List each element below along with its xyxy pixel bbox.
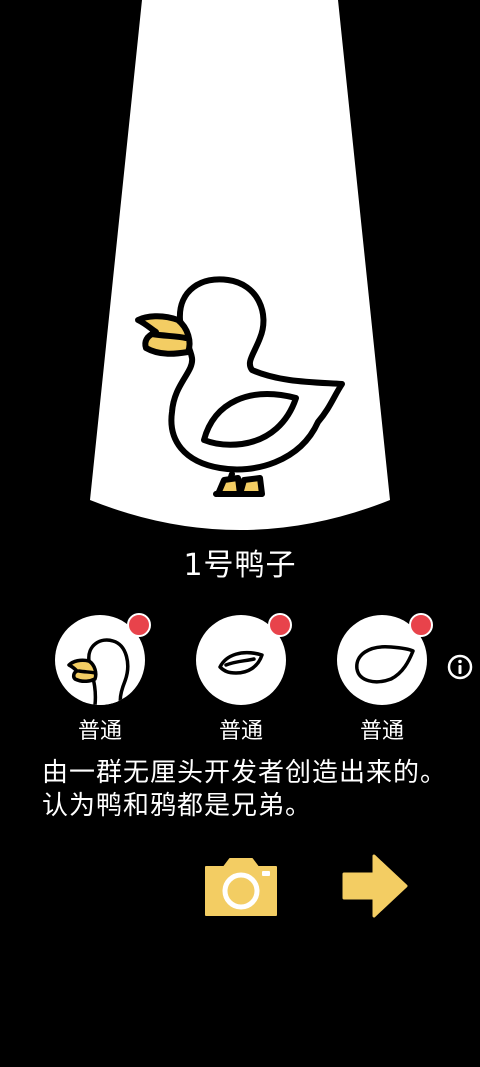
duck-illustration — [135, 276, 345, 497]
part-rarity-label: 普通 — [359, 719, 404, 744]
new-badge — [409, 613, 433, 637]
part-slot-body[interactable]: 普通 — [337, 613, 433, 745]
duck-name: 1号鸭子 — [183, 548, 297, 583]
part-rarity-label: 普通 — [218, 719, 263, 744]
camera-icon[interactable] — [202, 855, 280, 919]
part-slot-head[interactable]: 普通 — [55, 613, 151, 745]
new-badge — [127, 613, 151, 637]
part-slot-wing[interactable]: 普通 — [196, 613, 292, 745]
duck-description: 由一群无厘头开发者创造出来的。 认为鸭和鸦都是兄弟。 — [42, 758, 448, 821]
arrow-right-icon[interactable] — [340, 852, 410, 920]
part-rarity-label: 普通 — [77, 719, 122, 744]
info-icon[interactable] — [447, 654, 473, 680]
new-badge — [268, 613, 292, 637]
